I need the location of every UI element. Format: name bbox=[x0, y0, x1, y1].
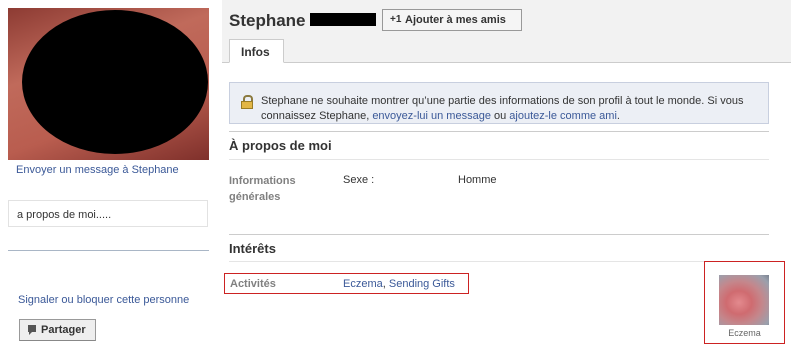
privacy-notice-text: Stephane ne souhaite montrer qu’une part… bbox=[261, 94, 761, 124]
share-button-label: Partager bbox=[41, 324, 86, 336]
about-me-text: a propos de moi..... bbox=[17, 209, 112, 221]
activities-list: Eczema, Sending Gifts bbox=[343, 278, 455, 290]
share-icon bbox=[28, 325, 36, 335]
left-column: Envoyer un message à Stephane a propos d… bbox=[0, 0, 222, 354]
notice-text-or: ou bbox=[490, 110, 510, 122]
add-friend-notice-link[interactable]: ajoutez-le comme ami bbox=[509, 110, 617, 122]
share-button[interactable]: Partager bbox=[19, 319, 96, 341]
about-section-divider bbox=[229, 131, 769, 132]
privacy-notice: Stephane ne souhaite montrer qu’une part… bbox=[229, 82, 769, 124]
tab-infos-label: Infos bbox=[241, 45, 270, 59]
left-divider bbox=[8, 250, 209, 251]
interests-section-underline bbox=[229, 261, 769, 262]
profile-photo[interactable] bbox=[8, 8, 209, 160]
add-friend-icon: +1 bbox=[390, 14, 402, 25]
about-section-title: À propos de moi bbox=[229, 138, 332, 153]
add-friend-label: Ajouter à mes amis bbox=[405, 14, 506, 26]
eczema-thumbnail[interactable] bbox=[719, 275, 769, 325]
general-info-label: Informations générales bbox=[229, 175, 296, 203]
profile-photo-redaction bbox=[22, 10, 208, 154]
interests-section-title: Intérêts bbox=[229, 241, 276, 256]
about-me-box: a propos de moi..... bbox=[8, 200, 208, 227]
activities-label: Activités bbox=[230, 278, 276, 290]
lock-icon bbox=[241, 95, 254, 109]
report-block-link[interactable]: Signaler ou bloquer cette personne bbox=[18, 294, 189, 306]
tab-infos[interactable]: Infos bbox=[229, 39, 284, 63]
profile-name: Stephane bbox=[229, 11, 306, 30]
eczema-caption[interactable]: Eczema bbox=[705, 328, 784, 338]
activity-link-eczema[interactable]: Eczema bbox=[343, 278, 383, 290]
notice-text-end: . bbox=[616, 110, 620, 122]
gender-label: Sexe : bbox=[343, 174, 375, 186]
interests-section-divider bbox=[229, 234, 769, 235]
about-section-underline bbox=[229, 159, 769, 160]
activity-link-sending-gifts[interactable]: Sending Gifts bbox=[389, 278, 455, 290]
activities-row: Activités Eczema, Sending Gifts bbox=[224, 273, 469, 294]
header-divider bbox=[222, 62, 791, 63]
send-message-link[interactable]: Envoyer un message à Stephane bbox=[16, 164, 179, 176]
add-friend-button[interactable]: +1 Ajouter à mes amis bbox=[382, 9, 522, 31]
gender-value: Homme bbox=[458, 174, 497, 186]
send-message-notice-link[interactable]: envoyez-lui un message bbox=[372, 110, 491, 122]
eczema-page-card[interactable]: Eczema bbox=[704, 261, 785, 344]
surname-redaction bbox=[310, 13, 376, 26]
